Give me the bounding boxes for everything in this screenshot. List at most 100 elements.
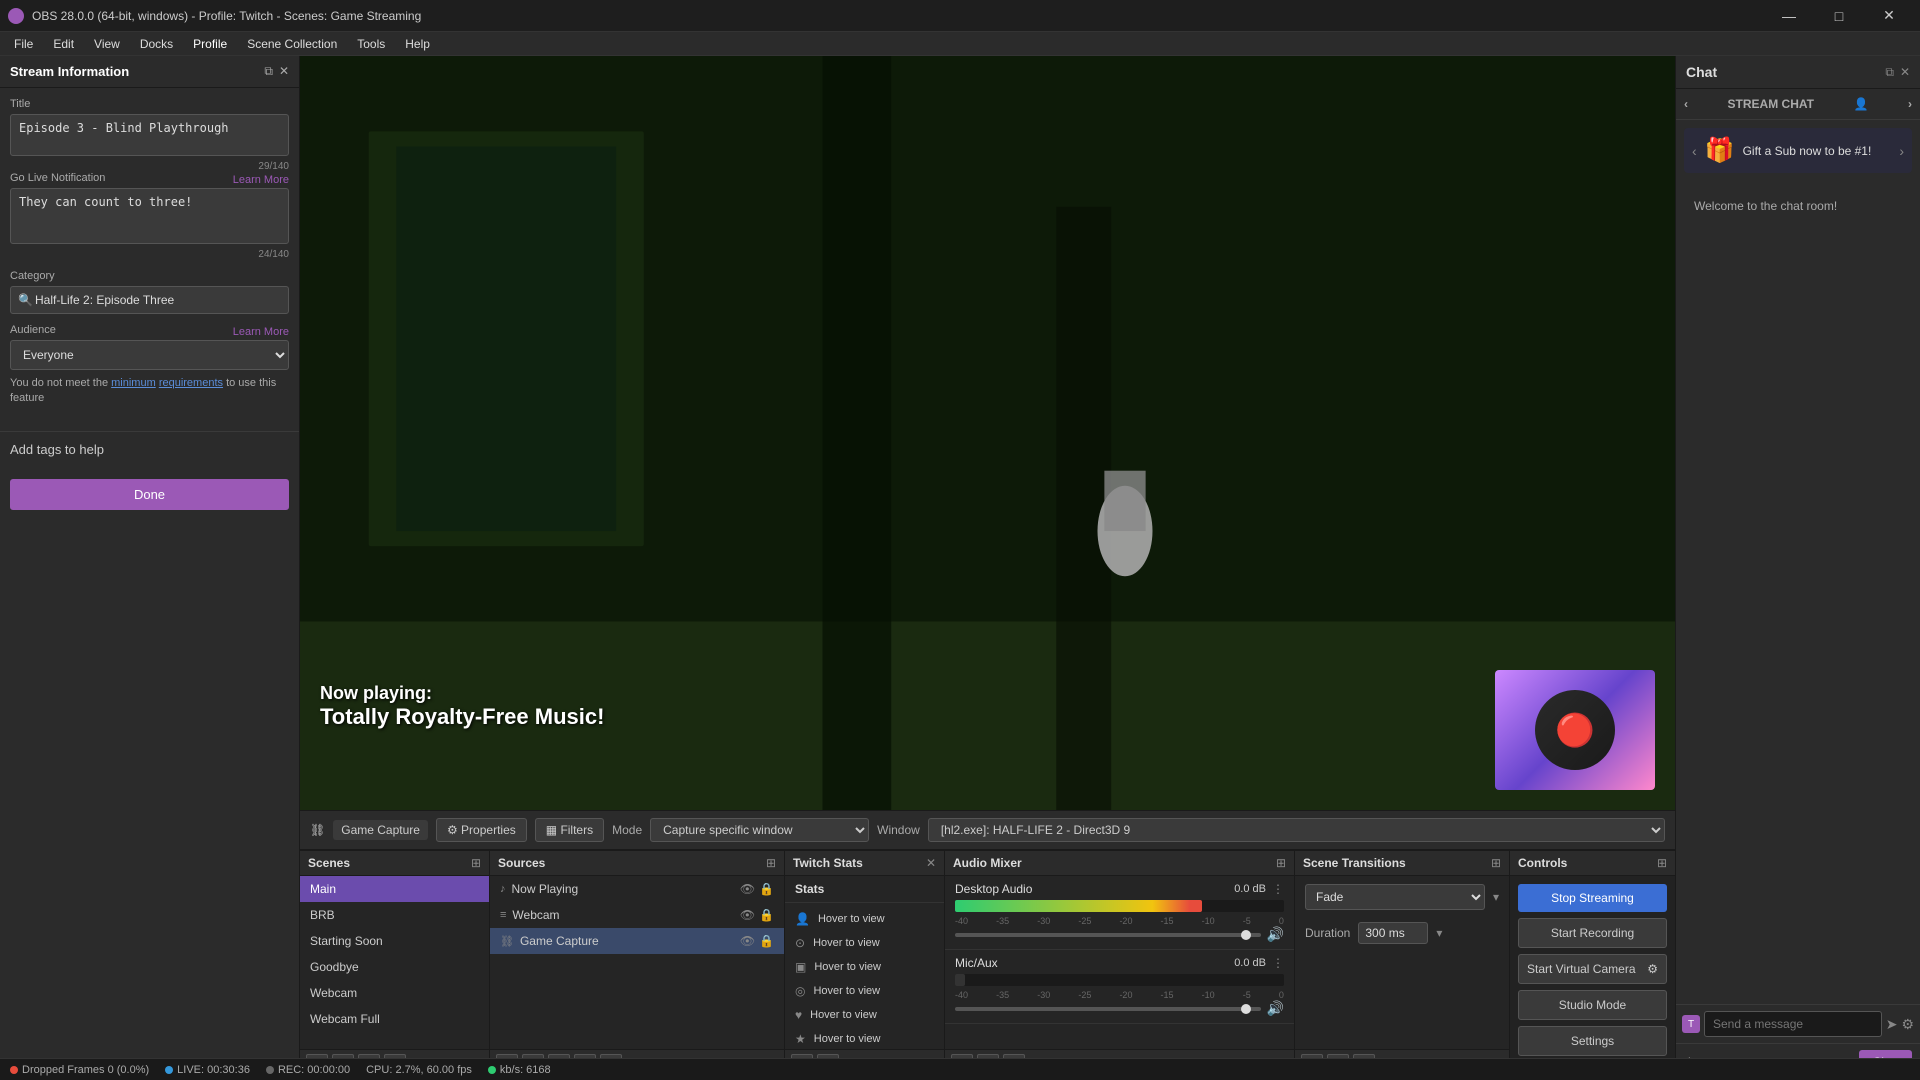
pop-out-icon[interactable]: ⧉ [264, 64, 273, 79]
maximize-button[interactable]: □ [1816, 0, 1862, 32]
audio-desktop-menu[interactable]: ⋮ [1272, 882, 1284, 896]
menu-profile[interactable]: Profile [183, 35, 237, 53]
now-playing-overlay: Now playing: Totally Royalty-Free Music! [320, 683, 604, 730]
menu-file[interactable]: File [4, 35, 43, 53]
audio-mic-menu[interactable]: ⋮ [1272, 956, 1284, 970]
stat-label-2: Hover to view [814, 961, 881, 973]
window-select-dropdown[interactable]: [hl2.exe]: HALF-LIFE 2 - Direct3D 9 [928, 818, 1665, 842]
kbs-status: kb/s: 6168 [488, 1064, 551, 1076]
minimize-button[interactable]: — [1766, 0, 1812, 32]
duration-input[interactable] [1358, 922, 1428, 944]
audio-desktop-mute[interactable]: 🔊 [1267, 926, 1284, 943]
sources-title: Sources [498, 856, 545, 870]
stat-row-4[interactable]: ♥ Hover to view [785, 1003, 944, 1027]
virtual-camera-gear-icon[interactable]: ⚙ [1647, 962, 1658, 976]
menu-scene-collection[interactable]: Scene Collection [237, 35, 347, 53]
audio-mic-bar [955, 974, 1284, 986]
start-recording-button[interactable]: Start Recording [1518, 918, 1667, 948]
eye-icon[interactable]: 👁 [740, 882, 755, 896]
scenes-panel: Scenes ⊞ Main BRB Starting Soon Goodbye … [300, 851, 490, 1080]
stop-streaming-button[interactable]: Stop Streaming [1518, 884, 1667, 912]
duration-spinner-icon[interactable]: ▾ [1436, 926, 1442, 940]
scene-item-webcam-full[interactable]: Webcam Full [300, 1006, 489, 1032]
controls-header: Controls ⊞ [1510, 851, 1675, 876]
settings-button[interactable]: Settings [1518, 1026, 1667, 1056]
scene-item-brb[interactable]: BRB [300, 902, 489, 928]
bottom-panels: Scenes ⊞ Main BRB Starting Soon Goodbye … [300, 850, 1675, 1080]
requirements-link[interactable]: requirements [159, 377, 223, 389]
done-button[interactable]: Done [10, 479, 289, 510]
menu-view[interactable]: View [84, 35, 130, 53]
filters-button[interactable]: ▦ Filters [535, 818, 604, 842]
audio-desktop-slider[interactable] [955, 933, 1261, 937]
stat-row-3[interactable]: ◎ Hover to view [785, 979, 944, 1003]
scene-item-starting-soon[interactable]: Starting Soon [300, 928, 489, 954]
gift-left-nav[interactable]: ‹ [1692, 143, 1697, 159]
close-panel-icon[interactable]: ✕ [279, 64, 289, 79]
chat-user-icon[interactable]: 👤 [1854, 97, 1869, 111]
menu-tools[interactable]: Tools [347, 35, 395, 53]
stream-info-content: Title Episode 3 - Blind Playthrough 29/1… [0, 88, 299, 417]
stream-info-header: Stream Information ⧉ ✕ [0, 56, 299, 88]
menu-edit[interactable]: Edit [43, 35, 84, 53]
notification-learn-more[interactable]: Learn More [233, 174, 289, 186]
scenes-list: Main BRB Starting Soon Goodbye Webcam We… [300, 876, 489, 1049]
source-item-webcam[interactable]: ≡ Webcam 👁 🔒 [490, 902, 784, 928]
capture-mode-dropdown[interactable]: Capture specific window Capture any full… [650, 818, 869, 842]
audio-mixer-expand-icon[interactable]: ⊞ [1276, 856, 1286, 870]
menu-help[interactable]: Help [395, 35, 440, 53]
properties-button[interactable]: ⚙ Properties [436, 818, 527, 842]
start-virtual-camera-button[interactable]: Start Virtual Camera ⚙ [1518, 954, 1667, 984]
stat-row-1[interactable]: ⊙ Hover to view [785, 931, 944, 955]
kbs-text: kb/s: 6168 [500, 1064, 551, 1076]
twitch-stats-close-icon[interactable]: ✕ [926, 856, 936, 870]
chat-popout-icon[interactable]: ⧉ [1885, 65, 1894, 80]
twitch-stats-content: Stats 👤 Hover to view ⊙ Hover to view ▣ [785, 876, 944, 1049]
transition-type-dropdown[interactable]: Fade Cut Swipe [1305, 884, 1485, 910]
audio-channel-desktop: Desktop Audio 0.0 dB ⋮ -40-35-30-25-20-1… [945, 876, 1294, 950]
controls-expand-icon[interactable]: ⊞ [1657, 856, 1667, 870]
stream-chat-forward-icon[interactable]: › [1908, 97, 1912, 111]
scene-transitions-panel: Scene Transitions ⊞ Fade Cut Swipe ▾ Dur… [1295, 851, 1510, 1080]
stat-row-5[interactable]: ★ Hover to view [785, 1027, 944, 1049]
lock-icon-2[interactable]: 🔒 [759, 908, 774, 922]
scene-item-goodbye[interactable]: Goodbye [300, 954, 489, 980]
audience-learn-more[interactable]: Learn More [233, 326, 289, 338]
stream-chat-back-icon[interactable]: ‹ [1684, 97, 1688, 111]
title-char-count: 29/140 [10, 161, 289, 172]
chat-emoji-icon[interactable]: ⚙ [1901, 1016, 1914, 1033]
title-input[interactable]: Episode 3 - Blind Playthrough [10, 114, 289, 156]
scene-item-webcam[interactable]: Webcam [300, 980, 489, 1006]
chat-close-icon[interactable]: ✕ [1900, 65, 1910, 80]
scene-transitions-expand-icon[interactable]: ⊞ [1491, 856, 1501, 870]
audio-mic-mute[interactable]: 🔊 [1267, 1000, 1284, 1017]
stat-row-0[interactable]: 👤 Hover to view [785, 907, 944, 931]
filters-label: Filters [560, 823, 593, 837]
audience-select[interactable]: Everyone 18+ Only [10, 340, 289, 370]
eye-icon-2[interactable]: 👁 [740, 908, 755, 922]
source-item-now-playing[interactable]: ♪ Now Playing 👁 🔒 [490, 876, 784, 902]
gift-right-nav[interactable]: › [1899, 143, 1904, 159]
chat-send-icon[interactable]: ➤ [1886, 1016, 1898, 1033]
audio-mic-slider[interactable] [955, 1007, 1261, 1011]
sources-expand-icon[interactable]: ⊞ [766, 856, 776, 870]
studio-mode-button[interactable]: Studio Mode [1518, 990, 1667, 1020]
source-item-game-capture[interactable]: ⛓ Game Capture 👁 🔒 [490, 928, 784, 954]
notification-input[interactable]: They can count to three! [10, 188, 289, 244]
chat-message-input[interactable] [1704, 1011, 1882, 1037]
gift-icon: 🎁 [1705, 136, 1735, 165]
menu-docks[interactable]: Docks [130, 35, 183, 53]
eye-icon-3[interactable]: 👁 [740, 934, 755, 948]
scene-item-main[interactable]: Main [300, 876, 489, 902]
stat-row-2[interactable]: ▣ Hover to view [785, 955, 944, 979]
lock-icon-3[interactable]: 🔒 [759, 934, 774, 948]
scenes-expand-icon[interactable]: ⊞ [471, 856, 481, 870]
stream-info-icons[interactable]: ⧉ ✕ [264, 64, 289, 79]
audio-desktop-fill [955, 900, 1202, 912]
category-input[interactable] [10, 286, 289, 314]
audio-mixer-content: Desktop Audio 0.0 dB ⋮ -40-35-30-25-20-1… [945, 876, 1294, 1049]
minimum-link[interactable]: minimum [111, 377, 156, 389]
lock-icon[interactable]: 🔒 [759, 882, 774, 896]
close-button[interactable]: ✕ [1866, 0, 1912, 32]
window-controls[interactable]: — □ ✕ [1766, 0, 1912, 32]
